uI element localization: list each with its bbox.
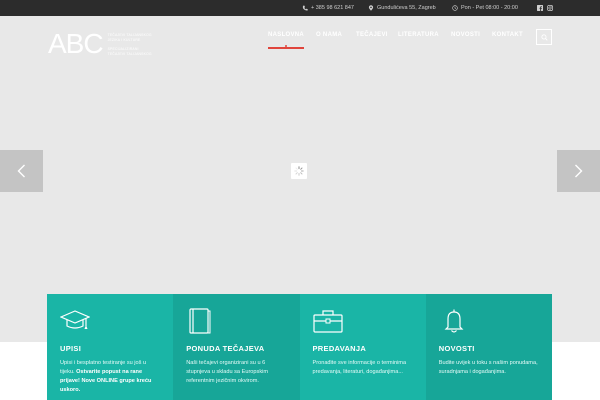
feature-predavanja[interactable]: PREDAVANJA Pronađite sve informacije o t…: [299, 294, 426, 400]
chevron-right-icon: [575, 164, 583, 178]
phone-icon: [302, 5, 308, 11]
feature-text: Upisi i besplatno testiranje su još u ti…: [60, 359, 160, 395]
nav-item-tecajevi[interactable]: TEČAJEVI: [356, 32, 388, 44]
bell-icon: [444, 309, 464, 333]
spinner-icon: [294, 166, 304, 176]
logo-tag-line: Specijalizirani: [107, 46, 139, 51]
feature-text: Pronađite sve informacije o terminima pr…: [312, 360, 407, 375]
graduation-cap-icon: [59, 310, 91, 329]
site-logo[interactable]: ABC Tečajevi talijanskog jezika i kultur…: [48, 30, 152, 58]
nav-item-kontakt[interactable]: KONTAKT: [492, 32, 523, 44]
phone-info[interactable]: + 385 98 621 847: [302, 0, 354, 16]
feature-boxes: UPISI Upisi i besplatno testiranje su jo…: [47, 294, 552, 400]
hours-info: Pon - Pet 08:00 - 20:00: [452, 0, 518, 16]
nav-item-o-nama[interactable]: O NAMA: [316, 32, 342, 44]
clock-icon: [452, 5, 458, 11]
logo-tag-line: jezika i kulture: [107, 37, 141, 42]
facebook-icon: [536, 4, 543, 11]
nav-item-naslovna[interactable]: NASLOVNA: [268, 32, 305, 49]
feature-text: Naši tečajevi organizirani su u 6 stupnj…: [186, 360, 269, 384]
logo-tagline: Tečajevi talijanskog jezika i kulture Sp…: [108, 33, 152, 56]
logo-tag-line: Tečajevi talijanskog: [107, 32, 152, 37]
logo-mark: ABC: [48, 28, 104, 59]
map-pin-icon: [368, 5, 374, 11]
phone-number: + 385 98 621 847: [311, 5, 354, 11]
feature-title: PREDAVANJA: [312, 344, 367, 353]
facebook-link[interactable]: [536, 4, 543, 11]
feature-ponuda-tecajeva[interactable]: PONUDA TEČAJEVA Naši tečajevi organizira…: [173, 294, 300, 400]
instagram-link[interactable]: [546, 4, 553, 11]
feature-upisi[interactable]: UPISI Upisi i besplatno testiranje su jo…: [47, 294, 174, 400]
slider-next-button[interactable]: [557, 150, 600, 192]
hours-text: Pon - Pet 08:00 - 20:00: [461, 5, 518, 11]
nav-item-novosti[interactable]: NOVOSTI: [451, 32, 480, 44]
book-icon: [189, 308, 211, 334]
logo-tag-line: tečajevi talijanskog: [107, 51, 152, 56]
slider-prev-button[interactable]: [0, 150, 43, 192]
top-bar: + 385 98 621 847 Gundulićeva 55, Zagreb …: [0, 0, 600, 16]
instagram-icon: [546, 4, 553, 11]
feature-text: Budite uvijek u toku s našim ponudama, s…: [438, 360, 538, 375]
feature-novosti[interactable]: NOVOSTI Budite uvijek u toku s našim pon…: [425, 294, 552, 400]
briefcase-icon: [312, 310, 343, 333]
slider-loader: [291, 163, 307, 179]
search-button[interactable]: [536, 29, 552, 45]
feature-title: UPISI: [60, 344, 82, 353]
chevron-left-icon: [17, 164, 25, 178]
feature-title: PONUDA TEČAJEVA: [186, 344, 265, 353]
nav-item-literatura[interactable]: LITERATURA: [398, 32, 439, 44]
address-text: Gundulićeva 55, Zagreb: [377, 5, 436, 11]
search-icon: [540, 33, 548, 41]
address-info: Gundulićeva 55, Zagreb: [368, 0, 436, 16]
feature-title: NOVOSTI: [438, 344, 475, 353]
